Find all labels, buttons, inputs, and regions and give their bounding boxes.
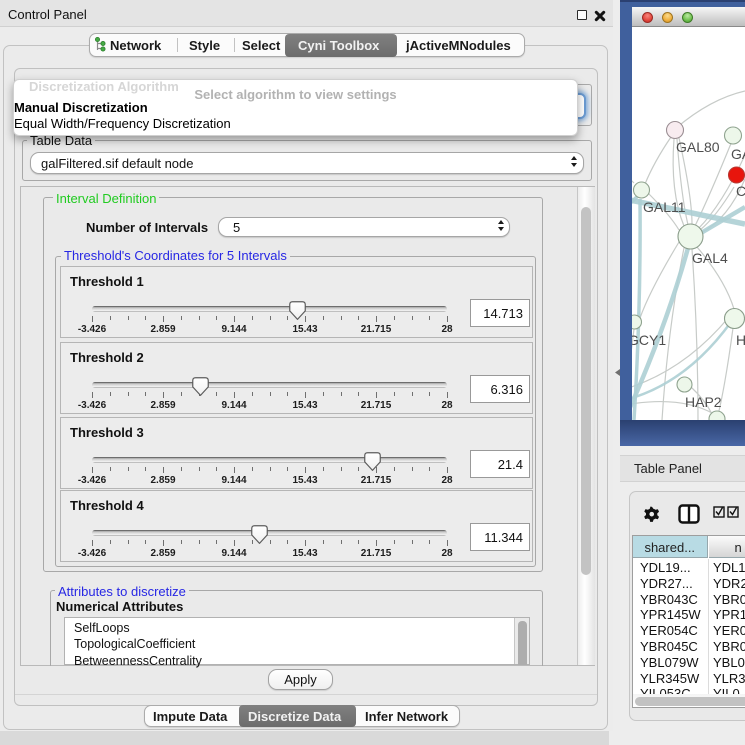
svg-text:HAP2: HAP2 <box>685 394 722 410</box>
svg-text:GA: GA <box>731 146 745 162</box>
svg-text:GCY1: GCY1 <box>632 332 666 348</box>
svg-text:C: C <box>736 183 745 199</box>
svg-text:GAL80: GAL80 <box>676 139 720 155</box>
svg-text:GAL11: GAL11 <box>643 199 686 215</box>
svg-text:GAL4: GAL4 <box>692 250 728 266</box>
svg-text:H: H <box>736 332 745 348</box>
